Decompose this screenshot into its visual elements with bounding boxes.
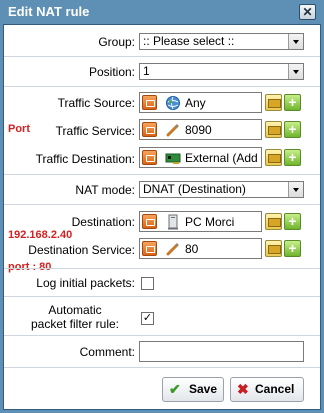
auto-filter-checkbox[interactable]: ✓ <box>141 312 154 325</box>
port80-annotation: port : 80 <box>8 261 52 273</box>
cancel-icon: ✖ <box>237 381 249 397</box>
traffic-service-value: 8090 <box>185 123 212 137</box>
object-trash-icon[interactable] <box>142 241 157 256</box>
edit-nat-rule-dialog: Edit NAT rule ✕ Group: :: Please select … <box>0 0 324 413</box>
network-card-icon <box>165 150 181 166</box>
traffic-destination-value: External (Add <box>185 151 258 165</box>
plus-icon[interactable]: + <box>284 240 301 257</box>
dialog-body: Group: :: Please select :: Position: 1 T… <box>3 24 321 410</box>
group-label: Group: <box>98 35 135 49</box>
globe-icon <box>165 95 181 111</box>
close-icon: ✕ <box>302 5 313 19</box>
destination-label: Destination: <box>71 215 135 229</box>
comment-label: Comment: <box>79 345 135 359</box>
divider <box>4 56 320 57</box>
traffic-source-label: Traffic Source: <box>57 96 135 110</box>
object-trash-icon[interactable] <box>142 150 157 165</box>
folder-icon[interactable] <box>265 149 282 166</box>
plus-icon[interactable]: + <box>284 121 301 138</box>
destination-service-value: 80 <box>185 242 199 256</box>
dialog-title: Edit NAT rule <box>8 4 90 19</box>
nat-mode-label: NAT mode: <box>75 183 135 197</box>
auto-filter-label-line2: packet filter rule: <box>30 317 120 331</box>
divider <box>4 367 320 368</box>
folder-icon[interactable] <box>265 240 282 257</box>
chevron-down-icon <box>288 182 303 197</box>
traffic-destination-field[interactable]: External (Add <box>139 147 262 168</box>
traffic-service-field[interactable]: 8090 <box>139 119 262 140</box>
save-label: Save <box>189 382 218 396</box>
log-initial-label: Log initial packets: <box>36 276 135 290</box>
service-icon <box>165 241 181 257</box>
traffic-source-value: Any <box>185 96 206 110</box>
ip-annotation: 192.168.2.40 <box>8 229 73 241</box>
divider <box>4 204 320 205</box>
divider <box>4 86 320 87</box>
object-trash-icon[interactable] <box>142 214 157 229</box>
comment-input[interactable] <box>139 341 304 362</box>
plus-icon[interactable]: + <box>284 149 301 166</box>
check-icon: ✓ <box>142 312 153 324</box>
destination-value: PC Morci <box>185 215 235 229</box>
save-button[interactable]: ✔ Save <box>162 377 224 402</box>
divider <box>4 268 320 269</box>
position-select-value: 1 <box>143 64 150 78</box>
close-button[interactable]: ✕ <box>299 4 316 20</box>
plus-icon[interactable]: + <box>284 94 301 111</box>
divider <box>4 335 320 336</box>
dialog-titlebar: Edit NAT rule ✕ <box>3 0 321 24</box>
port-annotation: Port <box>8 123 30 135</box>
position-select[interactable]: 1 <box>139 63 304 80</box>
chevron-down-icon <box>288 34 303 49</box>
nat-mode-select[interactable]: DNAT (Destination) <box>139 181 304 198</box>
cancel-button[interactable]: ✖ Cancel <box>230 377 304 402</box>
traffic-source-field[interactable]: Any <box>139 92 262 113</box>
traffic-destination-label: Traffic Destination: <box>35 152 135 166</box>
traffic-service-label: Traffic Service: <box>55 124 135 138</box>
cancel-label: Cancel <box>255 382 295 396</box>
nat-mode-select-value: DNAT (Destination) <box>143 182 246 196</box>
position-label: Position: <box>88 65 135 79</box>
auto-filter-label: Automatic packet filter rule: <box>15 303 135 331</box>
object-trash-icon[interactable] <box>142 95 157 110</box>
folder-icon[interactable] <box>265 213 282 230</box>
auto-filter-label-line1: Automatic <box>48 303 102 317</box>
plus-icon[interactable]: + <box>284 213 301 230</box>
group-select-value: :: Please select :: <box>143 34 235 48</box>
folder-icon[interactable] <box>265 94 282 111</box>
divider <box>4 296 320 297</box>
destination-field[interactable]: PC Morci <box>139 211 262 232</box>
folder-icon[interactable] <box>265 121 282 138</box>
host-icon <box>165 214 181 230</box>
object-trash-icon[interactable] <box>142 122 157 137</box>
check-icon: ✔ <box>169 381 181 397</box>
log-initial-checkbox[interactable] <box>141 277 154 290</box>
group-select[interactable]: :: Please select :: <box>139 33 304 50</box>
service-icon <box>165 122 181 138</box>
destination-service-field[interactable]: 80 <box>139 238 262 259</box>
chevron-down-icon <box>288 64 303 79</box>
divider <box>4 174 320 175</box>
destination-service-label: Destination Service: <box>28 243 135 257</box>
